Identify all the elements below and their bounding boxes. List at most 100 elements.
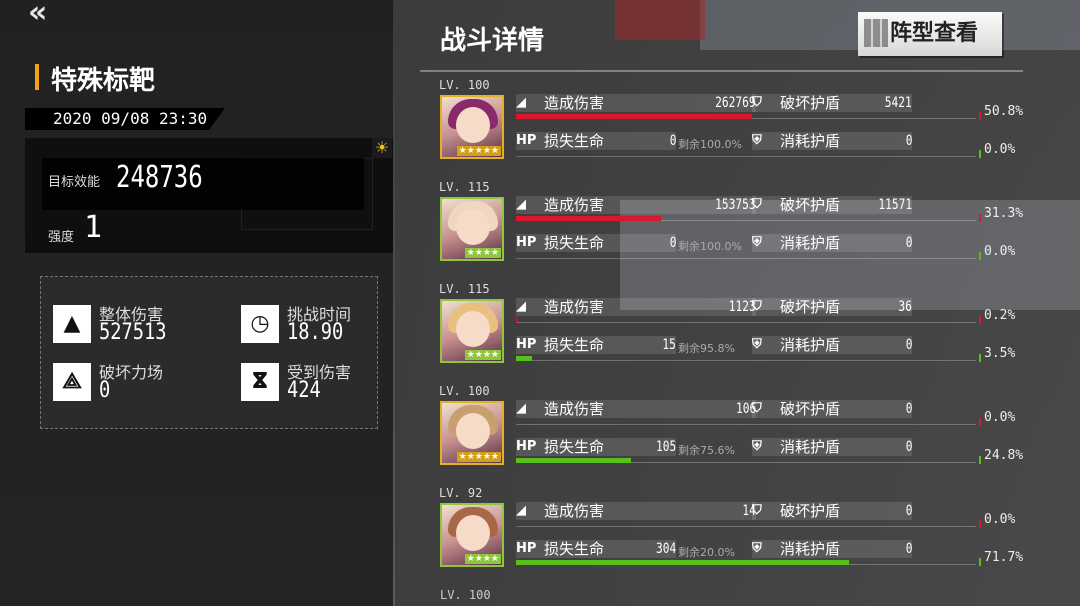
stat-value: 527513: [99, 320, 167, 345]
shield-used-cell: ⛨ 消耗护盾 0: [752, 540, 912, 558]
shield-break-icon: ⛉: [752, 95, 762, 110]
clock-icon: ◷: [241, 305, 279, 343]
stat-value: 424: [287, 378, 321, 403]
hp-remaining: 剩余95.8%: [678, 342, 735, 355]
unit-portrait[interactable]: ★★★★: [440, 503, 504, 567]
shield-use-icon: ⛨: [752, 133, 762, 148]
shield-break-icon: ⛉: [752, 299, 762, 314]
next-unit-level: LV. 100: [440, 588, 491, 602]
stat-field-broken: ⟁ 破坏力场 0: [53, 359, 203, 405]
hp-tick: [979, 354, 981, 362]
double-chevron-left-icon: «: [28, 0, 48, 30]
shield-break-icon: ⟁: [53, 363, 91, 401]
formation-view-button[interactable]: 阵型查看: [858, 12, 1002, 56]
shield-break-value: 0: [905, 401, 912, 417]
hp-tick: [979, 150, 981, 158]
unit-level: LV. 115: [439, 180, 490, 194]
damage-bar: [516, 216, 661, 221]
bar-track: [516, 156, 976, 157]
damage-percent: 0.2%: [984, 308, 1016, 323]
damage-label: 造成伤害: [544, 502, 605, 520]
hp-lost-label: 损失生命: [544, 336, 605, 354]
unit-row: LV. 115 ★★★★ ◢ 造成伤害 153753 ⛉ 破坏护盾 11571 …: [436, 180, 1036, 276]
hp-lost-cell: HP 损失生命 105 剩余75.6%: [516, 438, 756, 457]
damage-dealt-cell: ◢ 造成伤害 153753: [516, 196, 756, 214]
battle-details-title: 战斗详情: [440, 26, 545, 56]
bar-track: [661, 220, 976, 221]
unit-row: LV. 100 ★★★★★ ◢ 造成伤害 106 ⛉ 破坏护盾 0 0.0% H…: [436, 384, 1036, 480]
rarity-stars: ★★★★: [464, 248, 501, 258]
shield-use-icon: ⛨: [752, 337, 762, 352]
damage-label: 造成伤害: [544, 196, 605, 214]
shield-break-icon: ⛉: [752, 401, 762, 416]
hp-bar: [516, 356, 532, 361]
shield-used-cell: ⛨ 消耗护盾 0: [752, 336, 912, 354]
hp-lost-label: 损失生命: [544, 132, 605, 150]
damage-percent: 0.0%: [984, 512, 1016, 527]
shield-used-cell: ⛨ 消耗护盾 0: [752, 234, 912, 252]
hp-percent: 24.8%: [984, 448, 1024, 463]
bullet-icon: ◢: [516, 95, 526, 110]
damage-tick: [979, 520, 981, 528]
hp-down-icon: HP: [516, 337, 537, 352]
shield-use-label: 消耗护盾: [780, 438, 841, 456]
damage-dealt-cell: ◢ 造成伤害 14: [516, 502, 756, 520]
shield-break-value: 5421: [885, 95, 912, 111]
unit-portrait[interactable]: ★★★★: [440, 299, 504, 363]
hp-down-icon: HP: [516, 541, 537, 556]
shield-use-icon: ⛨: [752, 439, 762, 454]
hp-percent: 3.5%: [984, 346, 1016, 361]
bullet-icon: ◢: [516, 401, 526, 416]
unit-portrait[interactable]: ★★★★: [440, 197, 504, 261]
unit-row: LV. 115 ★★★★ ◢ 造成伤害 1123 ⛉ 破坏护盾 36 0.2% …: [436, 282, 1036, 378]
back-button[interactable]: «: [28, 0, 68, 30]
hp-lost-value: 0: [669, 133, 676, 149]
unit-level: LV. 92: [439, 486, 483, 500]
hp-lost-cell: HP 损失生命 0 剩余100.0%: [516, 234, 756, 253]
unit-level: LV. 100: [439, 78, 490, 92]
shield-use-icon: ⛨: [752, 541, 762, 556]
bar-track: [752, 118, 976, 119]
shield-use-value: 0: [905, 235, 912, 251]
unit-portrait[interactable]: ★★★★★: [440, 401, 504, 465]
stats-box: ▲ 整体伤害 527513 ◷ 挑战时间 18.90 ⟁ 破坏力场 0 ⴵ 受到…: [40, 276, 378, 429]
stat-damage-taken: ⴵ 受到伤害 424: [241, 359, 391, 405]
formation-button-label: 阵型查看: [890, 21, 979, 46]
stat-value: 0: [99, 378, 111, 403]
damage-label: 造成伤害: [544, 298, 605, 316]
shield-break-label: 破坏护盾: [780, 298, 841, 316]
injured-icon: ⴵ: [241, 363, 279, 401]
hp-lost-cell: HP 损失生命 15 剩余95.8%: [516, 336, 756, 355]
unit-portrait[interactable]: ★★★★★: [440, 95, 504, 159]
bullet-icon: ◢: [516, 197, 526, 212]
header-divider: [420, 70, 1023, 72]
hp-tick: [979, 456, 981, 464]
shield-break-label: 破坏护盾: [780, 400, 841, 418]
hp-lost-cell: HP 损失生命 304 剩余20.0%: [516, 540, 756, 559]
rarity-stars: ★★★★: [464, 554, 501, 564]
unit-level: LV. 115: [439, 282, 490, 296]
hp-tick: [979, 558, 981, 566]
bar-track: [849, 564, 976, 565]
shield-break-label: 破坏护盾: [780, 94, 841, 112]
grid-icon: [864, 19, 888, 47]
unit-row: LV. 100 ★★★★★ ◢ 造成伤害 262769 ⛉ 破坏护盾 5421 …: [436, 78, 1036, 174]
damage-label: 造成伤害: [544, 94, 605, 112]
shield-use-value: 0: [905, 337, 912, 353]
hp-percent: 0.0%: [984, 244, 1016, 259]
strength-value: 1: [84, 210, 103, 245]
hp-lost-value: 0: [669, 235, 676, 251]
shield-broken-cell: ⛉ 破坏护盾 36: [752, 298, 912, 316]
damage-bar: [516, 114, 752, 119]
hp-bar: [516, 560, 849, 565]
shield-use-label: 消耗护盾: [780, 540, 841, 558]
unit-level: LV. 100: [439, 384, 490, 398]
bar-track: [516, 258, 976, 259]
hp-remaining: 剩余75.6%: [678, 444, 735, 457]
shield-used-cell: ⛨ 消耗护盾 0: [752, 438, 912, 456]
hp-lost-cell: HP 损失生命 0 剩余100.0%: [516, 132, 756, 151]
bullet-icon: ◢: [516, 299, 526, 314]
shield-used-cell: ⛨ 消耗护盾 0: [752, 132, 912, 150]
damage-dealt-cell: ◢ 造成伤害 262769: [516, 94, 756, 112]
shield-break-value: 36: [898, 299, 912, 315]
